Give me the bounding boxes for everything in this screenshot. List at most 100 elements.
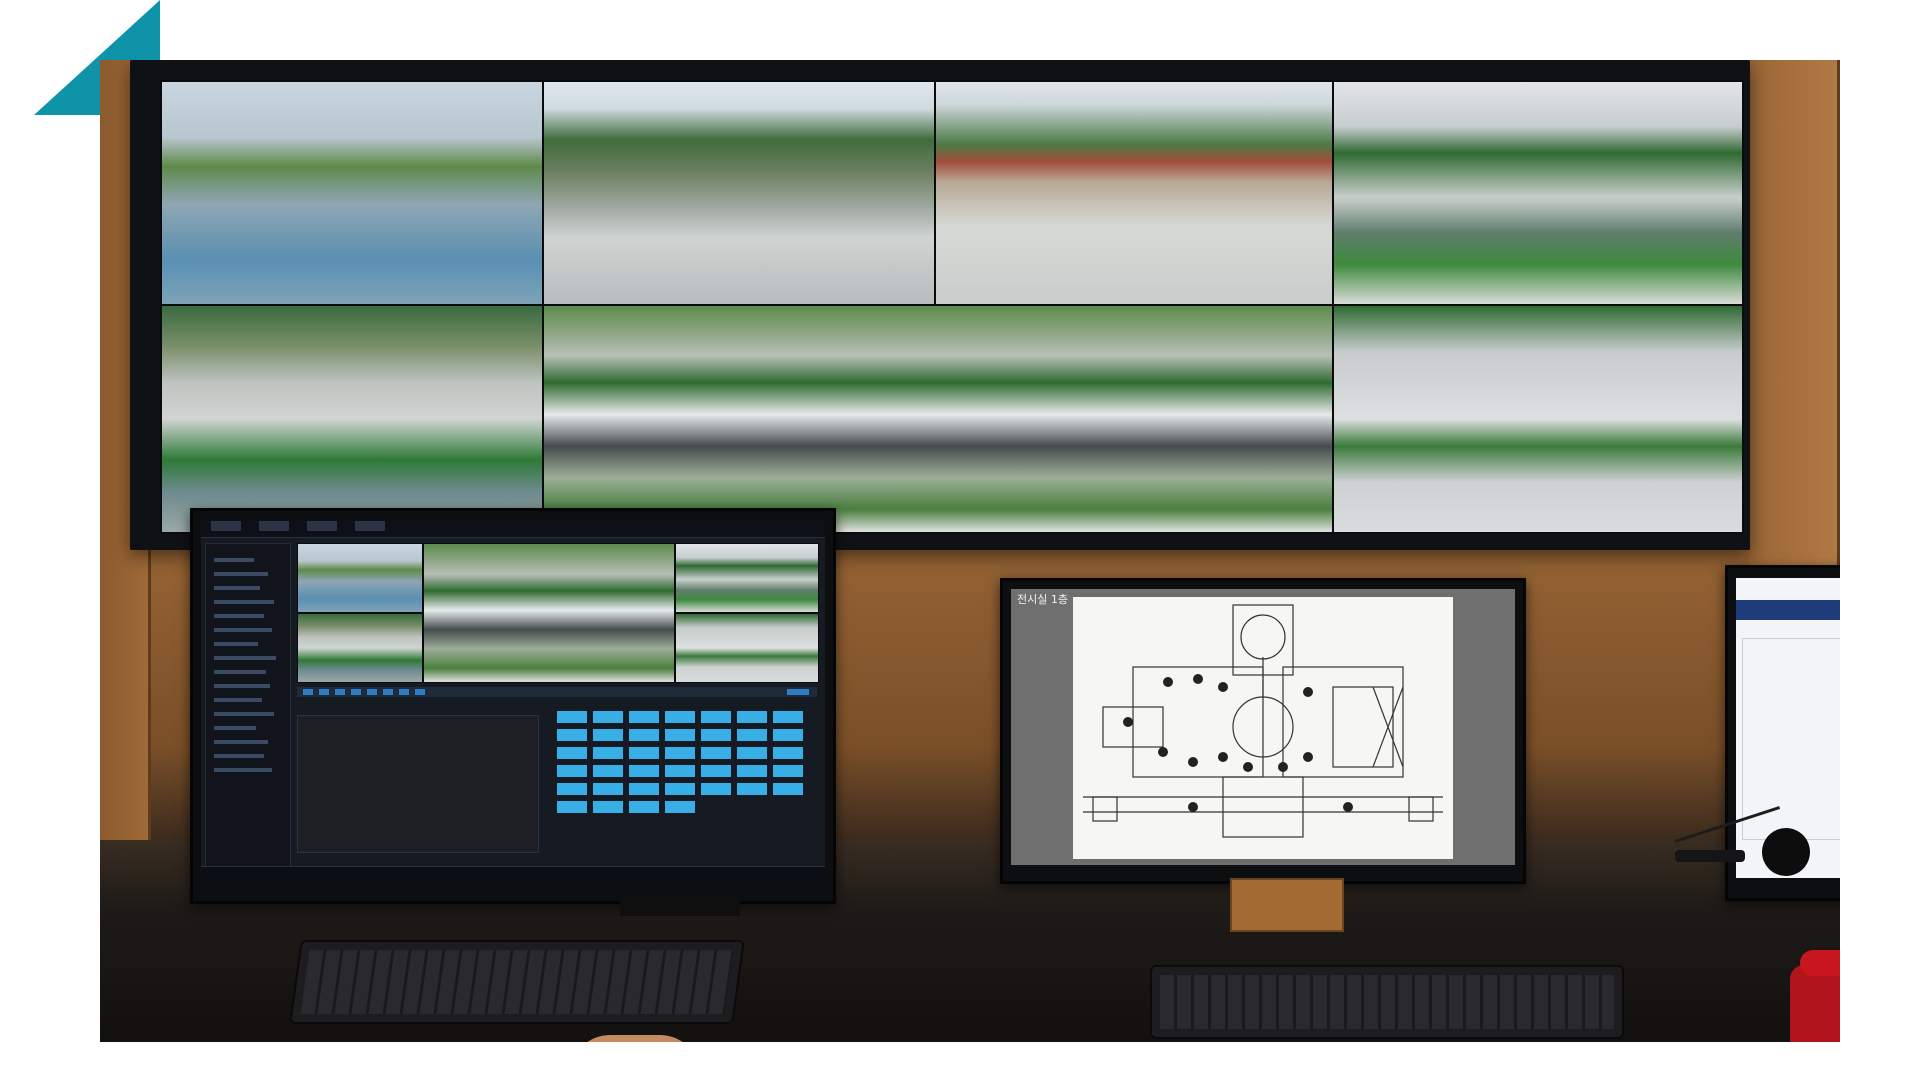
web-page-content[interactable] (1742, 638, 1840, 840)
toolbar-button[interactable] (335, 689, 345, 695)
tree-item[interactable] (214, 656, 276, 660)
camera-feed-plaza[interactable] (160, 80, 544, 306)
desk-phone[interactable] (1790, 965, 1840, 1042)
vms-menu-item[interactable] (307, 521, 337, 531)
tree-item[interactable] (214, 754, 264, 758)
toolbar-button[interactable] (399, 689, 409, 695)
camera-feed-museum-overview[interactable] (542, 80, 936, 306)
vms-camera-tile[interactable] (675, 543, 819, 613)
vms-menu-item[interactable] (355, 521, 385, 531)
preset-button[interactable] (665, 729, 695, 741)
camera-feed-walkway[interactable] (1332, 304, 1744, 534)
preset-button[interactable] (773, 711, 803, 723)
preset-button[interactable] (593, 729, 623, 741)
preset-button[interactable] (557, 747, 587, 759)
preset-button[interactable] (737, 711, 767, 723)
keyboard-right[interactable] (1150, 965, 1624, 1039)
preset-button[interactable] (701, 729, 731, 741)
vms-menu-item[interactable] (211, 521, 241, 531)
camera-feed-buildings[interactable] (934, 80, 1334, 306)
toolbar-button[interactable] (319, 689, 329, 695)
preset-button[interactable] (665, 747, 695, 759)
tree-item[interactable] (214, 698, 262, 702)
preset-button[interactable] (665, 765, 695, 777)
toolbar-button[interactable] (383, 689, 393, 695)
preset-button[interactable] (737, 765, 767, 777)
toolbar-button[interactable] (351, 689, 361, 695)
camera-feed-aircraft-exhibit[interactable] (542, 304, 1334, 534)
microphone-base (1675, 850, 1745, 862)
preset-button[interactable] (773, 729, 803, 741)
preset-button[interactable] (665, 711, 695, 723)
preset-button[interactable] (701, 747, 731, 759)
toolbar-button[interactable] (303, 689, 313, 695)
preset-button[interactable] (593, 765, 623, 777)
camera-feed-fountain[interactable] (1332, 80, 1744, 306)
vms-camera-tile[interactable] (297, 543, 423, 613)
tree-item[interactable] (214, 768, 272, 772)
preset-button[interactable] (557, 801, 587, 813)
preset-button[interactable] (737, 747, 767, 759)
toolbar-button[interactable] (787, 689, 809, 695)
tree-item[interactable] (214, 586, 260, 590)
camera-feed-pond[interactable] (160, 304, 544, 534)
toolbar-button[interactable] (367, 689, 377, 695)
preset-button[interactable] (629, 801, 659, 813)
tree-item[interactable] (214, 712, 274, 716)
phone-handset[interactable] (1800, 950, 1840, 976)
preset-button[interactable] (557, 783, 587, 795)
vms-playback-panel[interactable] (297, 715, 539, 853)
preset-button[interactable] (701, 711, 731, 723)
preset-button[interactable] (629, 765, 659, 777)
vms-camera-tile[interactable] (297, 613, 423, 683)
floor-plan-screen: 전시실 1층 (1011, 589, 1515, 865)
preset-button[interactable] (629, 747, 659, 759)
vms-monitor (190, 508, 836, 904)
vms-status-bar (201, 866, 825, 881)
preset-button[interactable] (593, 801, 623, 813)
preset-button[interactable] (557, 765, 587, 777)
preset-button[interactable] (593, 711, 623, 723)
floor-plan-title: 전시실 1층 (1017, 593, 1068, 606)
preset-button[interactable] (629, 729, 659, 741)
preset-button[interactable] (773, 783, 803, 795)
tree-item[interactable] (214, 726, 256, 730)
preset-button[interactable] (629, 711, 659, 723)
vms-camera-tree[interactable] (205, 543, 291, 875)
preset-button[interactable] (773, 765, 803, 777)
tree-item[interactable] (214, 642, 258, 646)
toolbar-button[interactable] (415, 689, 425, 695)
vms-camera-tile[interactable] (423, 543, 675, 683)
preset-button[interactable] (593, 783, 623, 795)
tree-item[interactable] (214, 684, 270, 688)
preset-button[interactable] (593, 747, 623, 759)
preset-button[interactable] (665, 783, 695, 795)
vms-application-window (201, 519, 825, 881)
preset-button[interactable] (557, 711, 587, 723)
microphone-icon[interactable] (1762, 828, 1810, 876)
vms-menu-item[interactable] (259, 521, 289, 531)
keyboard-left[interactable] (289, 940, 745, 1024)
tree-item[interactable] (214, 670, 266, 674)
vms-toolbar (297, 687, 817, 697)
floor-plan-map[interactable] (1073, 597, 1453, 859)
video-wall-screen (160, 80, 1744, 534)
tree-item[interactable] (214, 740, 268, 744)
tree-item[interactable] (214, 628, 272, 632)
preset-button[interactable] (773, 747, 803, 759)
tree-item[interactable] (214, 600, 274, 604)
floor-plan-drawing (1083, 604, 1443, 838)
preset-button[interactable] (557, 729, 587, 741)
tree-item[interactable] (214, 614, 264, 618)
vms-camera-tile[interactable] (675, 613, 819, 683)
vms-menu-bar (211, 521, 385, 531)
preset-button[interactable] (701, 765, 731, 777)
preset-button[interactable] (737, 729, 767, 741)
preset-button[interactable] (629, 783, 659, 795)
preset-button[interactable] (737, 783, 767, 795)
tree-item[interactable] (214, 558, 254, 562)
keyboard-keys (300, 950, 734, 1014)
preset-button[interactable] (665, 801, 695, 813)
tree-item[interactable] (214, 572, 268, 576)
preset-button[interactable] (701, 783, 731, 795)
